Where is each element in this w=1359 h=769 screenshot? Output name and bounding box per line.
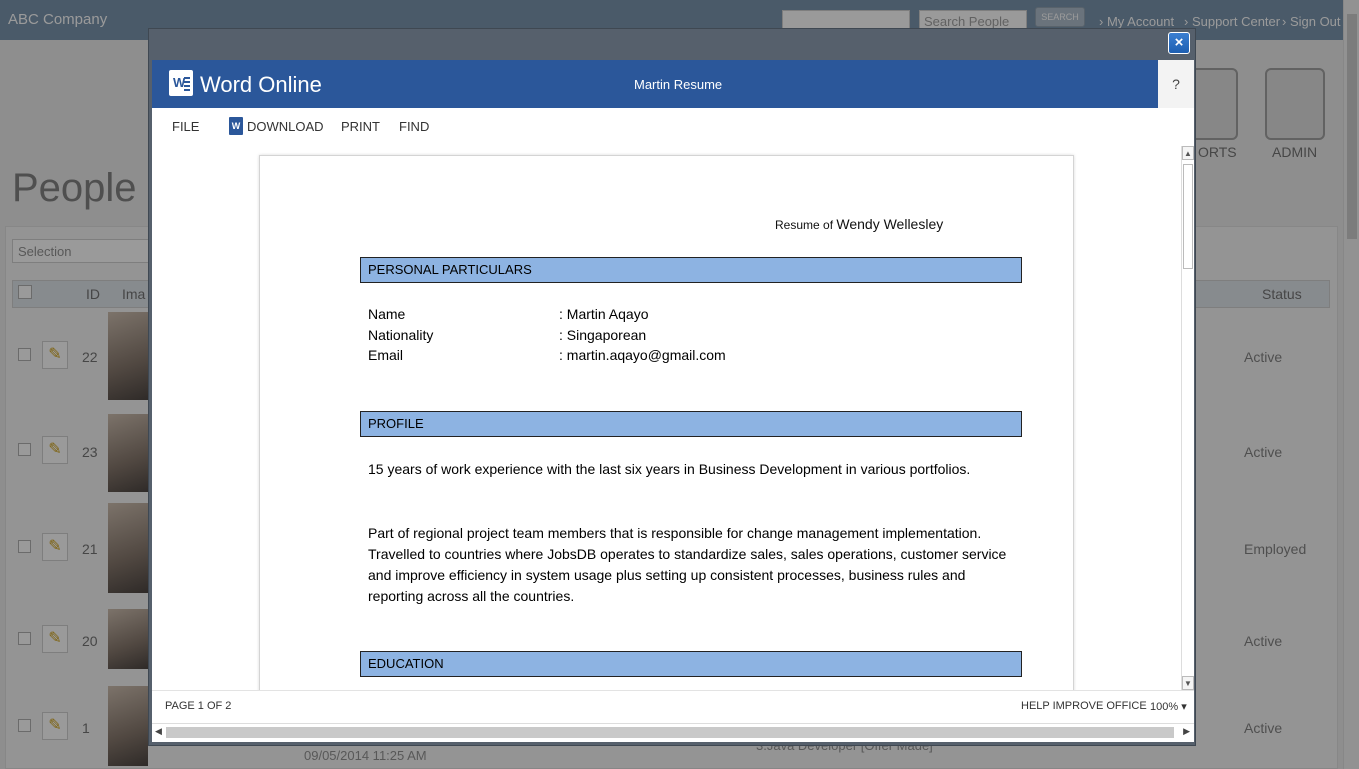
word-header: W Word Online Martin Resume xyxy=(152,60,1158,108)
resume-heading: Resume of Wendy Wellesley xyxy=(775,216,943,232)
document-page: Resume of Wendy Wellesley PERSONAL PARTI… xyxy=(259,155,1074,690)
menu-print[interactable]: PRINT xyxy=(341,119,380,134)
resume-heading-prefix: Resume of xyxy=(775,218,834,232)
zoom-dropdown[interactable]: 100% ▾ xyxy=(1150,700,1187,713)
field-value-name: : Martin Aqayo xyxy=(559,306,649,322)
menu-file[interactable]: FILE xyxy=(172,119,199,134)
scroll-right-arrow-icon[interactable]: ▶ xyxy=(1183,726,1190,737)
menu-download[interactable]: DOWNLOAD xyxy=(247,119,324,134)
document-title: Martin Resume xyxy=(634,77,723,92)
field-label-email: Email xyxy=(368,347,404,363)
horizontal-scroll-thumb[interactable] xyxy=(166,727,1174,738)
page-count: PAGE 1 OF 2 xyxy=(165,700,232,712)
word-online-frame: W Word Online Martin Resume ? FILE W DOW… xyxy=(152,60,1194,742)
help-improve-office-link[interactable]: HELP IMPROVE OFFICE xyxy=(1021,700,1147,712)
document-horizontal-scrollbar[interactable]: ◀ ▶ xyxy=(152,723,1194,740)
profile-paragraph: 15 years of work experience with the las… xyxy=(368,461,971,477)
word-logo-icon: W xyxy=(169,70,193,96)
field-value-email: : martin.aqayo@gmail.com xyxy=(559,347,726,363)
viewer-status-bar: PAGE 1 OF 2 HELP IMPROVE OFFICE 100% ▾ xyxy=(152,690,1194,720)
close-icon[interactable]: × xyxy=(1168,32,1190,54)
document-canvas[interactable]: Resume of Wendy Wellesley PERSONAL PARTI… xyxy=(152,146,1194,690)
section-education: EDUCATION xyxy=(360,651,1022,677)
help-button[interactable]: ? xyxy=(1158,60,1194,108)
section-personal-particulars: PERSONAL PARTICULARS xyxy=(360,257,1022,283)
field-label-nationality: Nationality xyxy=(368,327,434,343)
scroll-left-arrow-icon[interactable]: ◀ xyxy=(155,726,162,737)
app-name: Word Online xyxy=(200,72,322,97)
resume-heading-name: Wendy Wellesley xyxy=(836,216,944,232)
menu-find[interactable]: FIND xyxy=(399,119,429,134)
field-value-nationality: : Singaporean xyxy=(559,327,647,343)
word-download-icon[interactable]: W xyxy=(229,117,243,135)
field-label-name: Name xyxy=(368,306,406,322)
section-profile: PROFILE xyxy=(360,411,1022,437)
scroll-down-arrow-icon[interactable]: ▼ xyxy=(1182,676,1194,690)
vertical-scroll-thumb[interactable] xyxy=(1183,164,1193,269)
scroll-up-arrow-icon[interactable]: ▲ xyxy=(1182,146,1194,160)
document-vertical-scrollbar[interactable]: ▲ ▼ xyxy=(1181,146,1194,690)
profile-paragraph: Part of regional project team members th… xyxy=(368,525,1007,604)
